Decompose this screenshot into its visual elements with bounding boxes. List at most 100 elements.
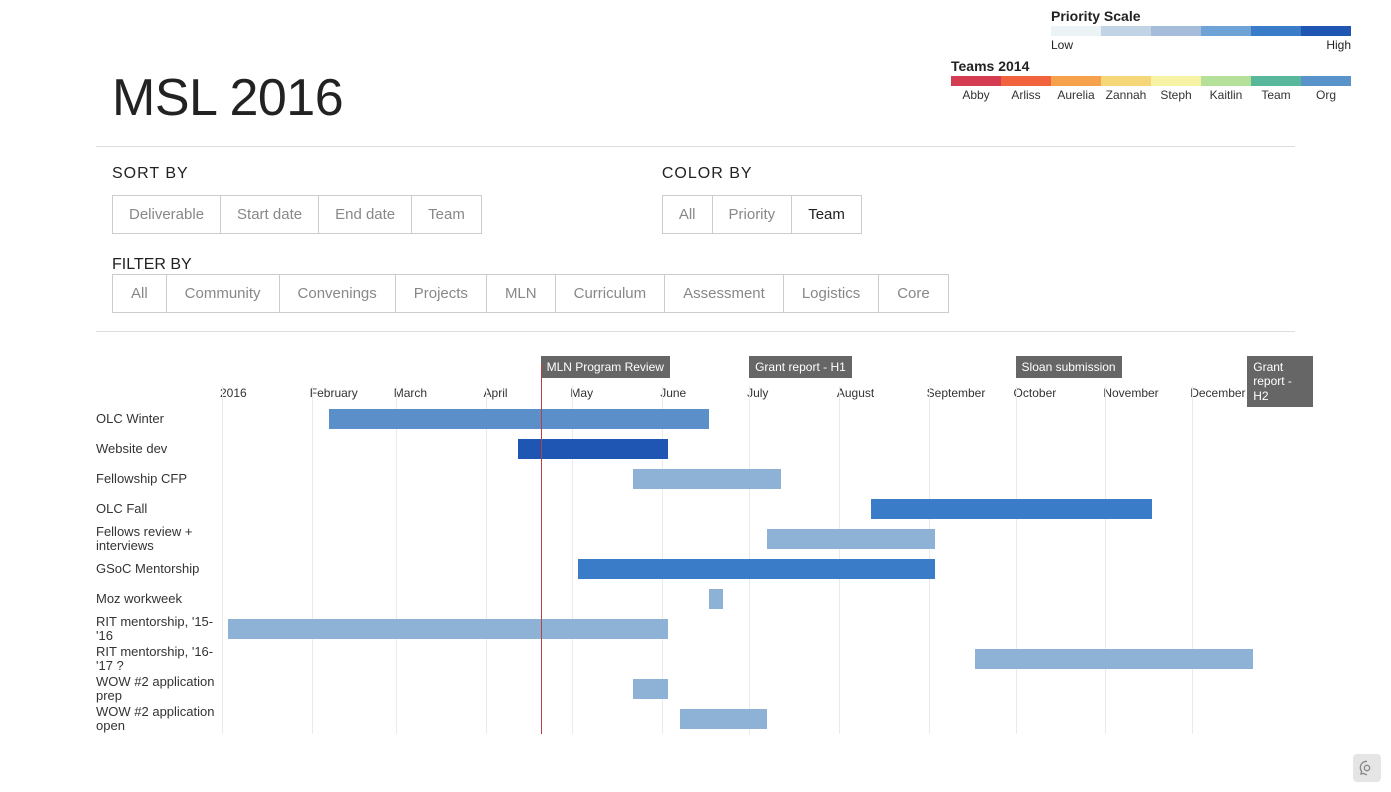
gantt-bar[interactable] xyxy=(518,439,669,459)
gantt-bar[interactable] xyxy=(680,709,767,729)
axis-tick: August xyxy=(837,386,874,400)
gantt-row: Website dev xyxy=(96,434,1295,464)
team-swatch xyxy=(1301,76,1351,86)
teams-legend-title: Teams 2014 xyxy=(951,58,1029,74)
team-label: Steph xyxy=(1160,88,1191,102)
row-plot xyxy=(228,469,1288,489)
axis-tick: October xyxy=(1014,386,1057,400)
sort-button-end-date[interactable]: End date xyxy=(319,196,412,233)
team-legend-item: Kaitlin xyxy=(1201,76,1251,102)
team-swatch xyxy=(951,76,1001,86)
gantt-bar[interactable] xyxy=(329,409,708,429)
gantt-row: RIT mentorship, '15-'16 xyxy=(96,614,1295,644)
team-swatch xyxy=(1051,76,1101,86)
team-label: Abby xyxy=(962,88,989,102)
filter-button-curriculum[interactable]: Curriculum xyxy=(556,275,666,312)
row-label: RIT mentorship, '15-'16 xyxy=(96,615,228,644)
team-legend-item: Arliss xyxy=(1001,76,1051,102)
gantt-row: OLC Winter xyxy=(96,404,1295,434)
team-legend-item: Team xyxy=(1251,76,1301,102)
gantt-row: RIT mentorship, '16-'17 ? xyxy=(96,644,1295,674)
row-label: Moz workweek xyxy=(96,592,228,606)
row-plot xyxy=(228,529,1288,549)
team-swatch xyxy=(1201,76,1251,86)
team-legend-item: Steph xyxy=(1151,76,1201,102)
gantt-row: GSoC Mentorship xyxy=(96,554,1295,584)
team-swatch xyxy=(1101,76,1151,86)
priority-low-label: Low xyxy=(1051,38,1073,52)
gantt-bar[interactable] xyxy=(709,589,723,609)
filter-button-core[interactable]: Core xyxy=(879,275,948,312)
priority-swatch xyxy=(1251,26,1301,36)
row-label: Fellowship CFP xyxy=(96,472,228,486)
filter-button-convenings[interactable]: Convenings xyxy=(280,275,396,312)
filter-button-all[interactable]: All xyxy=(113,275,167,312)
color-button-priority[interactable]: Priority xyxy=(713,196,793,233)
axis-tick: 2016 xyxy=(220,386,247,400)
row-label: Website dev xyxy=(96,442,228,456)
row-plot xyxy=(228,499,1288,519)
team-legend-item: Org xyxy=(1301,76,1351,102)
sort-button-start-date[interactable]: Start date xyxy=(221,196,319,233)
filter-button-logistics[interactable]: Logistics xyxy=(784,275,879,312)
priority-swatch xyxy=(1301,26,1351,36)
team-legend-item: Aurelia xyxy=(1051,76,1101,102)
gantt-bar[interactable] xyxy=(228,619,668,639)
row-label: Fellows review + interviews xyxy=(96,525,228,554)
color-button-all[interactable]: All xyxy=(663,196,713,233)
gantt-bar[interactable] xyxy=(578,559,934,579)
gantt-row: WOW #2 application prep xyxy=(96,674,1295,704)
gantt-bar[interactable] xyxy=(767,529,935,549)
gantt-row: Moz workweek xyxy=(96,584,1295,614)
row-plot xyxy=(228,619,1288,639)
row-plot xyxy=(228,409,1288,429)
priority-swatch xyxy=(1051,26,1101,36)
team-legend-item: Abby xyxy=(951,76,1001,102)
team-swatch xyxy=(1251,76,1301,86)
sort-button-deliverable[interactable]: Deliverable xyxy=(113,196,221,233)
milestone-marker: Grant report - H1 xyxy=(749,356,852,378)
milestone-marker: MLN Program Review xyxy=(541,356,670,378)
axis-tick: April xyxy=(484,386,508,400)
team-legend-item: Zannah xyxy=(1101,76,1151,102)
row-label: WOW #2 application prep xyxy=(96,675,228,704)
sort-button-team[interactable]: Team xyxy=(412,196,481,233)
priority-legend: Priority Scale Low High xyxy=(1051,8,1351,52)
row-plot xyxy=(228,559,1288,579)
filter-button-projects[interactable]: Projects xyxy=(396,275,487,312)
row-label: WOW #2 application open xyxy=(96,705,228,734)
priority-swatch xyxy=(1101,26,1151,36)
row-plot xyxy=(228,679,1288,699)
feedback-icon[interactable] xyxy=(1353,754,1381,782)
color-button-team[interactable]: Team xyxy=(792,196,861,233)
gantt-row: Fellows review + interviews xyxy=(96,524,1295,554)
row-plot xyxy=(228,439,1288,459)
row-plot xyxy=(228,649,1288,669)
gantt-bar[interactable] xyxy=(633,469,781,489)
priority-high-label: High xyxy=(1326,38,1351,52)
filter-button-community[interactable]: Community xyxy=(167,275,280,312)
gantt-row: Fellowship CFP xyxy=(96,464,1295,494)
gantt-bar[interactable] xyxy=(633,679,668,699)
row-label: RIT mentorship, '16-'17 ? xyxy=(96,645,228,674)
page-title: MSL 2016 xyxy=(112,68,343,128)
priority-legend-title: Priority Scale xyxy=(1051,8,1351,24)
team-label: Kaitlin xyxy=(1210,88,1243,102)
gantt-bar[interactable] xyxy=(975,649,1253,669)
row-label: GSoC Mentorship xyxy=(96,562,228,576)
color-by-group: COLOR BY AllPriorityTeam xyxy=(662,165,862,234)
axis-tick: July xyxy=(747,386,768,400)
gantt-bar[interactable] xyxy=(871,499,1152,519)
sort-by-title: SORT BY xyxy=(112,165,482,183)
axis-tick: December xyxy=(1190,386,1245,400)
team-label: Team xyxy=(1261,88,1290,102)
row-label: OLC Winter xyxy=(96,412,228,426)
sort-by-group: SORT BY DeliverableStart dateEnd dateTea… xyxy=(112,165,482,234)
axis-tick: February xyxy=(310,386,358,400)
filter-button-mln[interactable]: MLN xyxy=(487,275,556,312)
priority-swatch xyxy=(1151,26,1201,36)
team-label: Org xyxy=(1316,88,1336,102)
row-plot xyxy=(228,709,1288,729)
gantt-row: WOW #2 application open xyxy=(96,704,1295,734)
filter-button-assessment[interactable]: Assessment xyxy=(665,275,784,312)
